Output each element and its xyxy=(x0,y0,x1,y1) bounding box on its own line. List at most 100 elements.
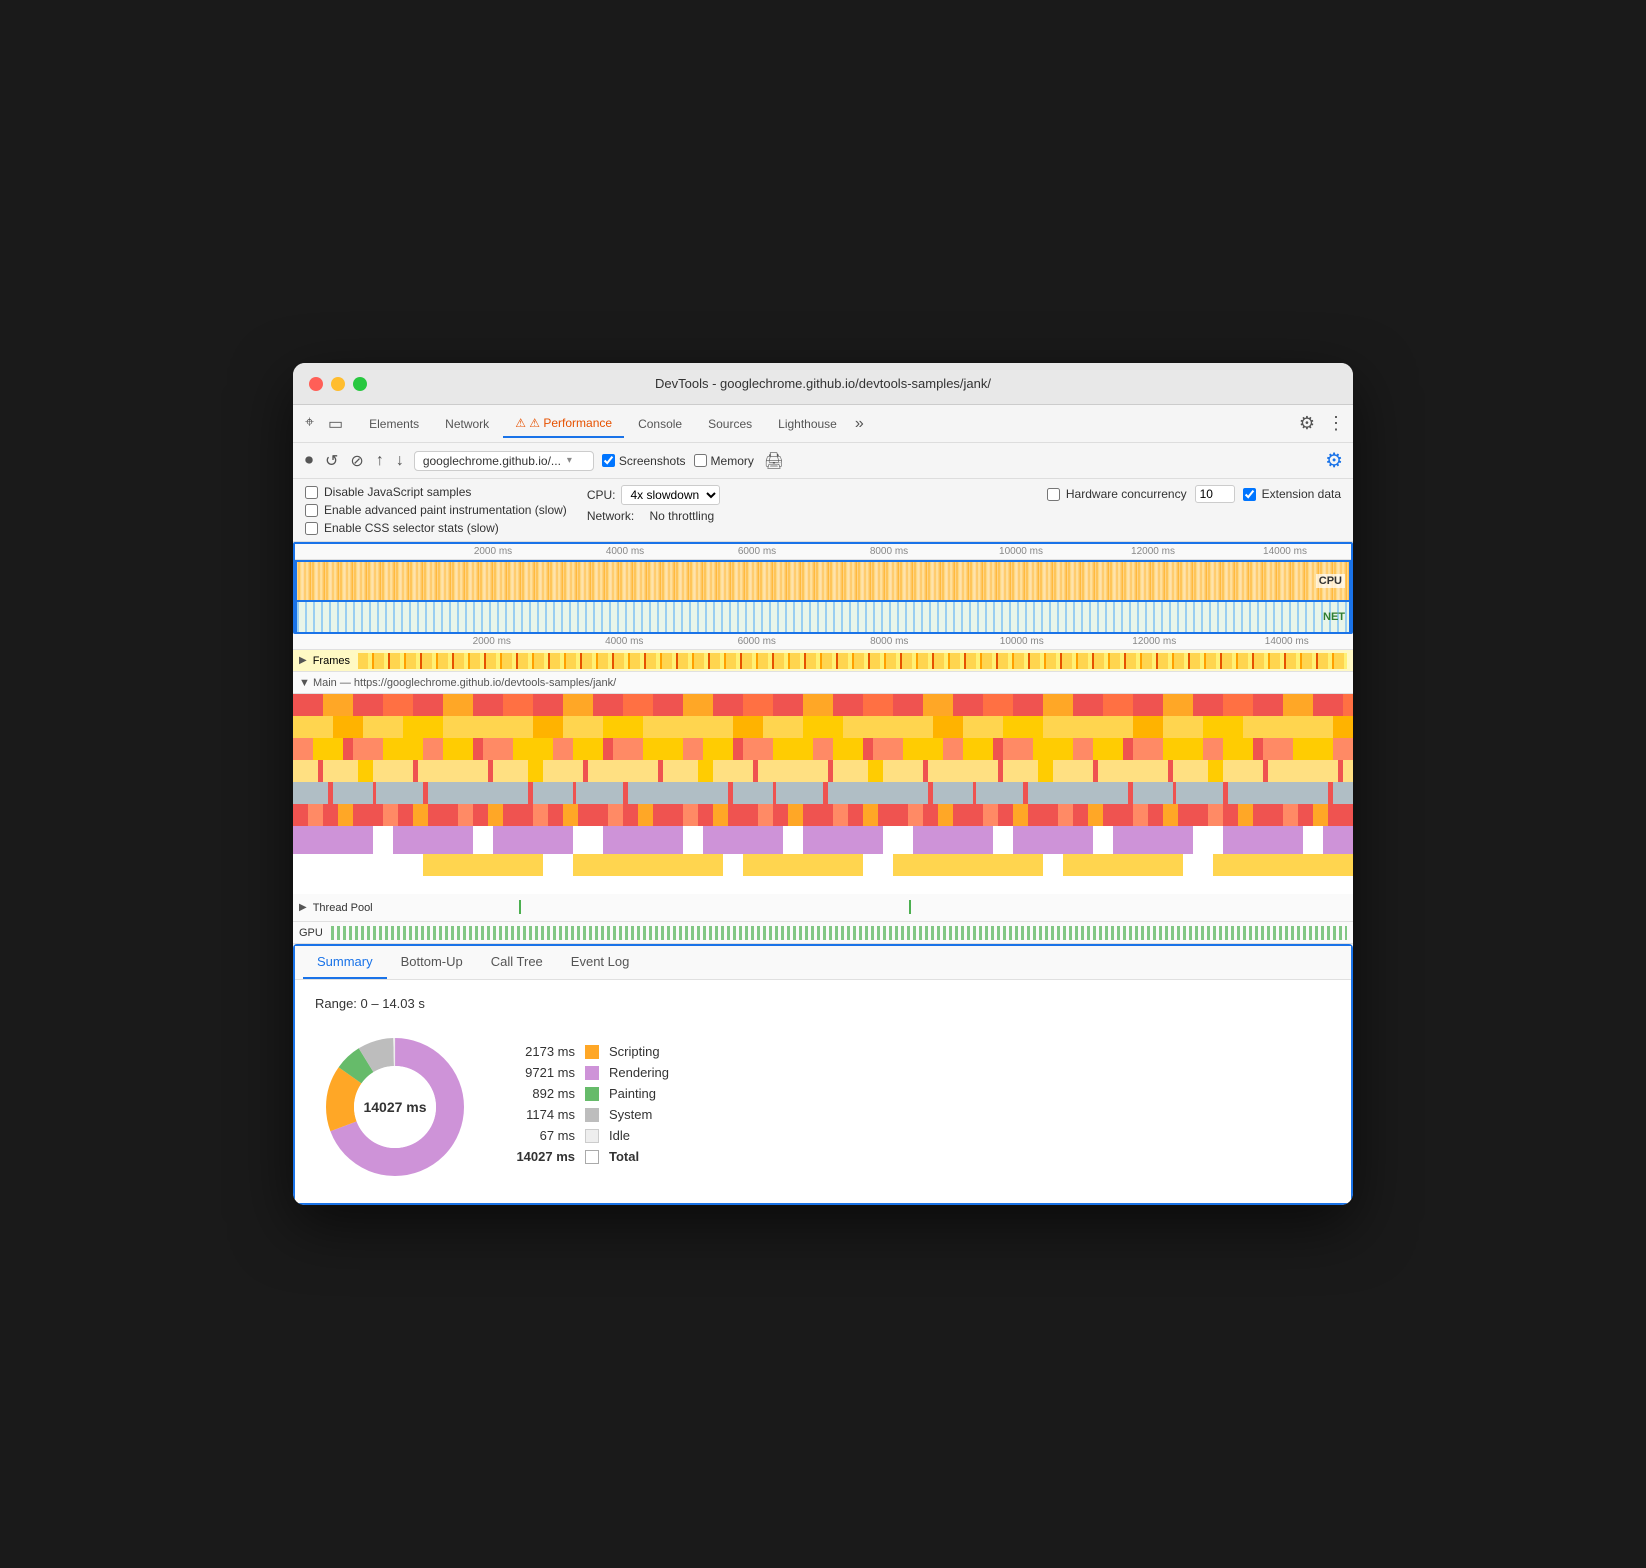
refresh-button[interactable]: ↺ xyxy=(323,449,340,473)
tp-bar-2 xyxy=(909,900,911,914)
flame-ruler: 2000 ms 4000 ms 6000 ms 8000 ms 10000 ms… xyxy=(293,634,1353,650)
time-0 xyxy=(295,546,427,557)
range-label: Range: 0 – 14.03 s xyxy=(315,996,1331,1011)
extension-label[interactable]: Extension data xyxy=(1243,487,1341,501)
more-tabs-icon[interactable]: » xyxy=(855,415,864,433)
advanced-paint-text: Enable advanced paint instrumentation (s… xyxy=(324,503,567,517)
extension-checkbox[interactable] xyxy=(1243,488,1256,501)
tab-event-log[interactable]: Event Log xyxy=(557,946,644,979)
frames-row[interactable]: ▶ Frames xyxy=(293,650,1353,672)
url-text: googlechrome.github.io/... xyxy=(423,454,561,468)
tab-elements[interactable]: Elements xyxy=(357,411,431,437)
screenshots-checkbox[interactable] xyxy=(602,454,615,467)
frames-toggle-icon[interactable]: ▶ xyxy=(299,655,307,666)
cursor-icon[interactable]: ⌖ xyxy=(301,410,318,438)
system-value: 1174 ms xyxy=(505,1107,575,1122)
fl-time-6000: 6000 ms xyxy=(691,636,824,647)
advanced-paint-checkbox[interactable] xyxy=(305,504,318,517)
thread-pool-label: Thread Pool xyxy=(313,902,373,914)
hw-text: Hardware concurrency xyxy=(1066,487,1187,501)
network-spacer xyxy=(640,509,643,523)
css-selector-checkbox[interactable] xyxy=(305,522,318,535)
flame-tracks[interactable] xyxy=(293,694,1353,894)
memory-checkbox[interactable] xyxy=(694,454,707,467)
settings-bar: Disable JavaScript samples Enable advanc… xyxy=(293,479,1353,542)
advanced-paint-label[interactable]: Enable advanced paint instrumentation (s… xyxy=(305,503,567,517)
tab-call-tree[interactable]: Call Tree xyxy=(477,946,557,979)
time-2000: 2000 ms xyxy=(427,546,559,557)
settings-left: Disable JavaScript samples Enable advanc… xyxy=(305,485,567,535)
disable-js-checkbox[interactable] xyxy=(305,486,318,499)
disable-js-text: Disable JavaScript samples xyxy=(324,485,471,499)
scripting-swatch xyxy=(585,1045,599,1059)
idle-value: 67 ms xyxy=(505,1128,575,1143)
url-bar[interactable]: googlechrome.github.io/... ▾ xyxy=(414,451,594,471)
hw-input[interactable] xyxy=(1195,485,1235,503)
flame-row-6 xyxy=(293,804,1353,826)
painting-name: Painting xyxy=(609,1086,656,1101)
hw-checkbox[interactable] xyxy=(1047,488,1060,501)
screenshots-checkbox-label[interactable]: Screenshots xyxy=(602,454,686,468)
frames-label: Frames xyxy=(313,655,350,667)
frames-bars xyxy=(358,653,1347,669)
memory-icon[interactable]: 🖨 xyxy=(762,449,786,473)
system-swatch xyxy=(585,1108,599,1122)
net-row[interactable]: NET xyxy=(295,602,1351,632)
rendering-name: Rendering xyxy=(609,1065,669,1080)
tab-network[interactable]: Network xyxy=(433,411,501,437)
settings-icon[interactable]: ⚙ xyxy=(1299,413,1315,434)
cpu-label: CPU: xyxy=(587,488,616,502)
legend-scripting: 2173 ms Scripting xyxy=(505,1044,669,1059)
legend-system: 1174 ms System xyxy=(505,1107,669,1122)
fl-time-10000: 10000 ms xyxy=(956,636,1089,647)
painting-value: 892 ms xyxy=(505,1086,575,1101)
hw-label[interactable]: Hardware concurrency xyxy=(1047,487,1187,501)
maximize-button[interactable] xyxy=(353,377,367,391)
tab-console[interactable]: Console xyxy=(626,411,694,437)
upload-button[interactable]: ↑ xyxy=(374,450,386,472)
thread-pool-row[interactable]: ▶ Thread Pool xyxy=(293,894,1353,922)
tab-performance[interactable]: ⚠ ⚠ Performance xyxy=(503,410,624,438)
rendering-value: 9721 ms xyxy=(505,1065,575,1080)
tab-sources[interactable]: Sources xyxy=(696,411,764,437)
thread-pool-bars xyxy=(373,900,1347,916)
download-button[interactable]: ↓ xyxy=(394,450,406,472)
bottom-panel: Summary Bottom-Up Call Tree Event Log Ra… xyxy=(293,944,1353,1205)
blue-gear-icon[interactable]: ⚙ xyxy=(1325,450,1343,472)
total-name: Total xyxy=(609,1149,639,1164)
memory-checkbox-label[interactable]: Memory xyxy=(694,454,754,468)
tp-bar-1 xyxy=(519,900,521,914)
main-header[interactable]: ▼ Main — https://googlechrome.github.io/… xyxy=(293,672,1353,694)
disable-js-label[interactable]: Disable JavaScript samples xyxy=(305,485,567,499)
donut-chart: 14027 ms xyxy=(315,1027,475,1187)
tab-lighthouse[interactable]: Lighthouse xyxy=(766,411,849,437)
tab-bottom-up[interactable]: Bottom-Up xyxy=(387,946,477,979)
close-button[interactable] xyxy=(309,377,323,391)
legend-idle: 67 ms Idle xyxy=(505,1128,669,1143)
cpu-row[interactable]: CPU xyxy=(295,560,1351,602)
more-options-icon[interactable]: ⋮ xyxy=(1327,413,1345,434)
minimize-button[interactable] xyxy=(331,377,345,391)
device-icon[interactable]: ▭ xyxy=(324,410,347,438)
record-button[interactable]: ⏺ xyxy=(303,450,315,472)
thread-pool-toggle-icon[interactable]: ▶ xyxy=(299,902,307,913)
window-title: DevTools - googlechrome.github.io/devtoo… xyxy=(655,376,991,391)
net-dots xyxy=(297,602,1349,632)
cpu-label: CPU xyxy=(1316,574,1345,588)
tab-summary[interactable]: Summary xyxy=(303,946,387,979)
tab-bar-icons: ⌖ ▭ xyxy=(301,410,347,438)
fl-time-8000: 8000 ms xyxy=(823,636,956,647)
clear-button[interactable]: ⊘ xyxy=(348,449,365,473)
timeline-overview[interactable]: 2000 ms 4000 ms 6000 ms 8000 ms 10000 ms… xyxy=(293,542,1353,634)
rendering-swatch xyxy=(585,1066,599,1080)
total-swatch xyxy=(585,1150,599,1164)
donut-hole xyxy=(354,1066,436,1148)
cpu-waveform xyxy=(297,562,1349,600)
cpu-select[interactable]: 4x slowdown xyxy=(621,485,720,505)
traffic-lights xyxy=(309,377,367,391)
legend-painting: 892 ms Painting xyxy=(505,1086,669,1101)
extension-text: Extension data xyxy=(1262,487,1341,501)
settings-right: CPU: 4x slowdown Network: No throttling xyxy=(587,485,721,523)
flame-row-5 xyxy=(293,782,1353,804)
css-selector-label[interactable]: Enable CSS selector stats (slow) xyxy=(305,521,567,535)
